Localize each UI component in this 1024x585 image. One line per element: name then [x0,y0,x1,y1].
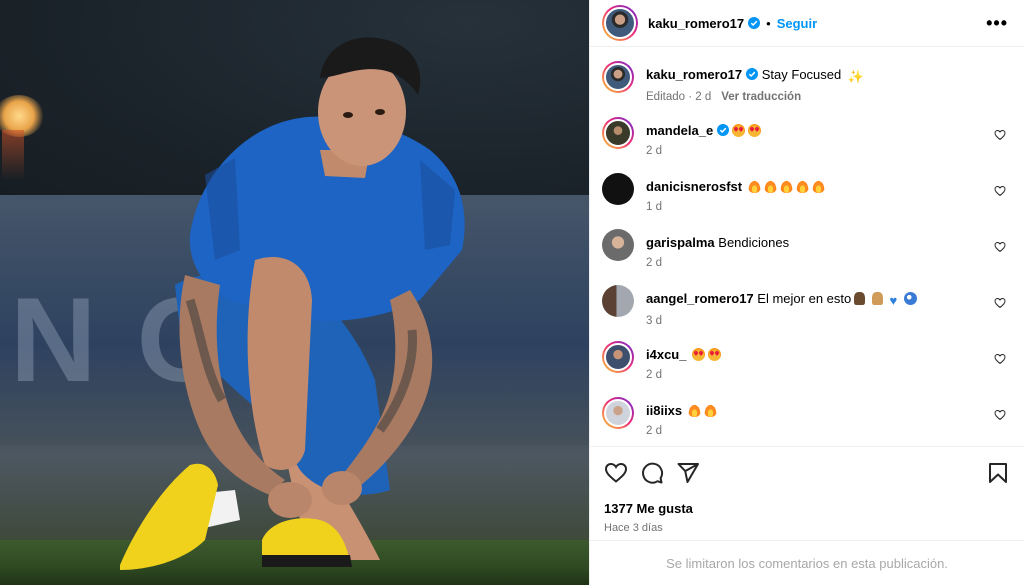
header-separator: • [766,15,771,31]
comment-username[interactable]: aangel_romero17 [646,291,754,306]
comment-username[interactable]: danicisnerosfst [646,179,742,194]
comment-avatar[interactable] [602,397,634,429]
comment-row: garispalma Bendiciones 2 d [602,229,1012,285]
share-icon[interactable] [676,461,700,485]
comment-like-icon[interactable] [994,353,1006,365]
blue-heart-emoji: ♥ [889,293,898,308]
soccer-ball-emoji [903,292,917,305]
post-actions: 1377 Me gusta Hace 3 días [590,446,1024,534]
caption-text: Stay Focused [761,67,842,82]
comment-time: 2 d [646,145,662,157]
heart-eyes-emoji [732,124,746,137]
heart-eyes-emoji [708,348,722,361]
verified-icon [748,17,761,29]
heart-eyes-emoji [692,348,706,361]
caption-meta: Editado · 2 d [646,91,712,103]
verified-icon [717,124,730,136]
post-details-panel: kaku_romero17 • Seguir ••• kaku_romero17… [589,0,1024,585]
comment-row: danicisnerosfst 1 d [602,173,1012,229]
comment-avatar[interactable] [602,285,634,317]
like-count[interactable]: 1377 Me gusta [604,501,1010,516]
comment-like-icon[interactable] [994,241,1006,253]
verified-icon [746,68,759,80]
comment-time: 2 d [646,257,662,269]
comment-row: ii8iixs 2 d [602,397,1012,453]
comment-like-icon[interactable] [994,185,1006,197]
comment-like-icon[interactable] [994,297,1006,309]
comment-row: aangel_romero17 El mejor en esto ♥ 3 d [602,285,1012,341]
caption-username[interactable]: kaku_romero17 [646,67,742,82]
heart-eyes-emoji [748,124,762,137]
comments-list: kaku_romero17 Stay Focused ✨ Editado · 2… [590,47,1024,446]
comment-text: El mejor en esto [757,291,852,306]
comment-text: Bendiciones [718,235,790,250]
comment-row: mandela_e 2 d [602,117,1012,173]
bookmark-icon[interactable] [986,461,1010,485]
comment-avatar[interactable] [602,173,634,205]
folded-hands-dark-emoji [854,292,866,305]
comment-username[interactable]: garispalma [646,235,715,250]
photo-player-figure [120,37,465,570]
fire-emoji [704,404,718,417]
fire-emoji [764,180,778,193]
fire-emoji [812,180,826,193]
fire-emoji [688,404,702,417]
comment-username[interactable]: i4xcu_ [646,347,686,362]
folded-hands-emoji [871,292,883,305]
comment-time: 2 d [646,369,662,381]
comment-time: 3 d [646,315,662,327]
comment-row: i4xcu_ 2 d [602,341,1012,397]
post-header: kaku_romero17 • Seguir ••• [590,0,1024,47]
comment-like-icon[interactable] [994,409,1006,421]
comment-avatar[interactable] [602,229,634,261]
caption-avatar[interactable] [602,61,634,93]
comment-username[interactable]: mandela_e [646,123,713,138]
comment-avatar[interactable] [602,117,634,149]
comment-username[interactable]: ii8iixs [646,403,682,418]
instagram-post-view: NOJ [0,0,1024,585]
follow-button[interactable]: Seguir [777,16,817,31]
fire-emoji [780,180,794,193]
post-photo[interactable]: NOJ [0,0,589,585]
fire-emoji [748,180,762,193]
more-options-icon[interactable]: ••• [986,13,1008,34]
comment-avatar[interactable] [602,341,634,373]
comment-icon[interactable] [640,461,664,485]
posted-time: Hace 3 días [604,522,663,534]
fire-emoji [796,180,810,193]
comments-limited-notice: Se limitaron los comentarios en esta pub… [590,540,1024,585]
comment-time: 1 d [646,201,662,213]
comment-time: 2 d [646,425,662,437]
sparkles-emoji: ✨ [847,69,865,84]
caption-row: kaku_romero17 Stay Focused ✨ Editado · 2… [602,61,1012,117]
heart-icon[interactable] [604,461,628,485]
see-translation-link[interactable]: Ver traducción [721,91,801,103]
author-avatar[interactable] [602,5,638,41]
author-username[interactable]: kaku_romero17 [648,16,744,31]
comment-like-icon[interactable] [994,129,1006,141]
